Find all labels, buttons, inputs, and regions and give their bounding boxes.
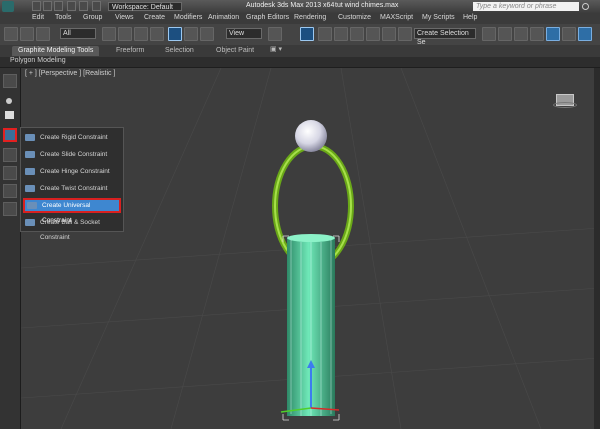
teapot-icon[interactable] (3, 74, 17, 88)
perspective-viewport[interactable] (21, 68, 600, 429)
open-file-icon[interactable] (43, 1, 52, 11)
redo-icon[interactable] (79, 1, 88, 11)
window-crossing-icon[interactable] (150, 27, 164, 41)
sphere[interactable] (295, 120, 327, 152)
menu-edit[interactable]: Edit (32, 14, 44, 21)
document-name: tut wind chimes.max (335, 2, 399, 9)
tab-selection[interactable]: Selection (165, 46, 194, 56)
select-object-icon[interactable] (102, 27, 116, 41)
constraint-tool-icon[interactable] (3, 128, 17, 142)
percent-snap-icon[interactable] (366, 27, 380, 41)
edit-named-selection-icon[interactable] (398, 27, 412, 41)
render-setup-icon[interactable] (562, 27, 576, 41)
menu-views[interactable]: Views (115, 14, 134, 21)
spinner-snap-icon[interactable] (382, 27, 396, 41)
panel-polygon-modeling[interactable]: Polygon Modeling (10, 57, 66, 64)
select-by-name-icon[interactable] (118, 27, 132, 41)
menu-tools[interactable]: Tools (55, 14, 71, 21)
scale-icon[interactable] (200, 27, 214, 41)
project-folder-icon[interactable] (92, 1, 101, 11)
mirror-icon[interactable] (482, 27, 496, 41)
ribbon-options-icon[interactable]: ▣ ▾ (270, 45, 282, 53)
menu-maxscript[interactable]: MAXScript (380, 14, 413, 21)
save-file-icon[interactable] (54, 1, 63, 11)
menu-animation[interactable]: Animation (208, 14, 239, 21)
new-file-icon[interactable] (32, 1, 41, 11)
select-link-icon[interactable] (4, 27, 18, 41)
menu-help[interactable]: Help (463, 14, 477, 21)
menu-my-scripts[interactable]: My Scripts (422, 14, 455, 21)
rotate-icon[interactable] (184, 27, 198, 41)
app-title: Autodesk 3ds Max 2013 x64 (246, 2, 335, 9)
tab-freeform[interactable]: Freeform (116, 46, 144, 56)
reference-coord-dropdown[interactable]: View (226, 28, 262, 39)
move-icon[interactable] (168, 27, 182, 41)
shirt-icon[interactable] (5, 111, 14, 119)
rigid-constraint-icon (25, 134, 35, 141)
select-manipulate-icon[interactable] (300, 27, 314, 41)
named-selection-dropdown[interactable]: Create Selection Se (414, 28, 476, 46)
left-toolbar (0, 68, 21, 429)
scene-explorer-icon[interactable] (530, 27, 544, 41)
title-bar: Workspace: Default Autodesk 3ds Max 2013… (0, 0, 600, 13)
undo-icon[interactable] (67, 1, 76, 11)
menu-graph-editors[interactable]: Graph Editors (246, 14, 289, 21)
rectangle-selection-icon[interactable] (134, 27, 148, 41)
menu-item-slide-constraint[interactable]: Create Slide Constraint (23, 147, 121, 162)
viewcube-icon[interactable] (553, 92, 579, 110)
main-toolbar: All View Create Selection Se (0, 24, 600, 46)
tab-graphite-modeling-tools[interactable]: Graphite Modeling Tools (12, 46, 100, 56)
keyboard-shortcut-icon[interactable] (318, 27, 332, 41)
pivot-center-icon[interactable] (268, 27, 282, 41)
slide-constraint-icon (25, 151, 35, 158)
menu-item-ball-socket-constraint[interactable]: Create Ball & Socket Constraint (23, 215, 121, 241)
search-input[interactable]: Type a keyword or phrase (473, 2, 579, 11)
menu-modifiers[interactable]: Modifiers (174, 14, 202, 21)
align-icon[interactable] (498, 27, 512, 41)
menu-customize[interactable]: Customize (338, 14, 371, 21)
ribbon-panel-bar: Polygon Modeling (0, 57, 600, 68)
viewport-scene (21, 68, 600, 429)
menu-item-hinge-constraint[interactable]: Create Hinge Constraint (23, 164, 121, 179)
layer-manager-icon[interactable] (514, 27, 528, 41)
twist-constraint-icon (25, 185, 35, 192)
viewport-scrollbar[interactable] (594, 68, 600, 429)
universal-constraint-icon (27, 202, 37, 209)
viewport-label[interactable]: [ + ] [Perspective ] [Realistic ] (25, 70, 115, 77)
ball-socket-constraint-icon (25, 219, 35, 226)
unlink-icon[interactable] (20, 27, 34, 41)
menu-rendering[interactable]: Rendering (294, 14, 326, 21)
snaps-toggle-icon[interactable] (334, 27, 348, 41)
sphere-icon[interactable] (6, 98, 12, 104)
bind-space-warp-icon[interactable] (36, 27, 50, 41)
app-logo-icon[interactable] (2, 1, 14, 12)
display-icon[interactable] (3, 166, 17, 180)
hinge-constraint-icon (25, 168, 35, 175)
menu-group[interactable]: Group (83, 14, 102, 21)
angle-snap-icon[interactable] (350, 27, 364, 41)
menu-create[interactable]: Create (144, 14, 165, 21)
render-production-icon[interactable] (578, 27, 592, 41)
render-icon[interactable] (3, 202, 17, 216)
tab-object-paint[interactable]: Object Paint (216, 46, 254, 56)
ribbon: Graphite Modeling Tools Freeform Selecti… (0, 45, 600, 57)
workspace-dropdown[interactable]: Workspace: Default (108, 2, 182, 11)
menu-item-universal-constraint[interactable]: Create Universal Constraint (23, 198, 121, 224)
cylinder-top (287, 234, 335, 242)
search-icon[interactable] (582, 3, 589, 10)
selection-filter-dropdown[interactable]: All (60, 28, 96, 39)
menu-item-twist-constraint[interactable]: Create Twist Constraint (23, 181, 121, 196)
menu-item-rigid-constraint[interactable]: Create Rigid Constraint (23, 130, 121, 145)
wrench-icon[interactable] (3, 148, 17, 162)
material-editor-icon[interactable] (546, 27, 560, 41)
camera-icon[interactable] (3, 184, 17, 198)
constraint-flyout-menu: Create Rigid Constraint Create Slide Con… (20, 127, 124, 241)
